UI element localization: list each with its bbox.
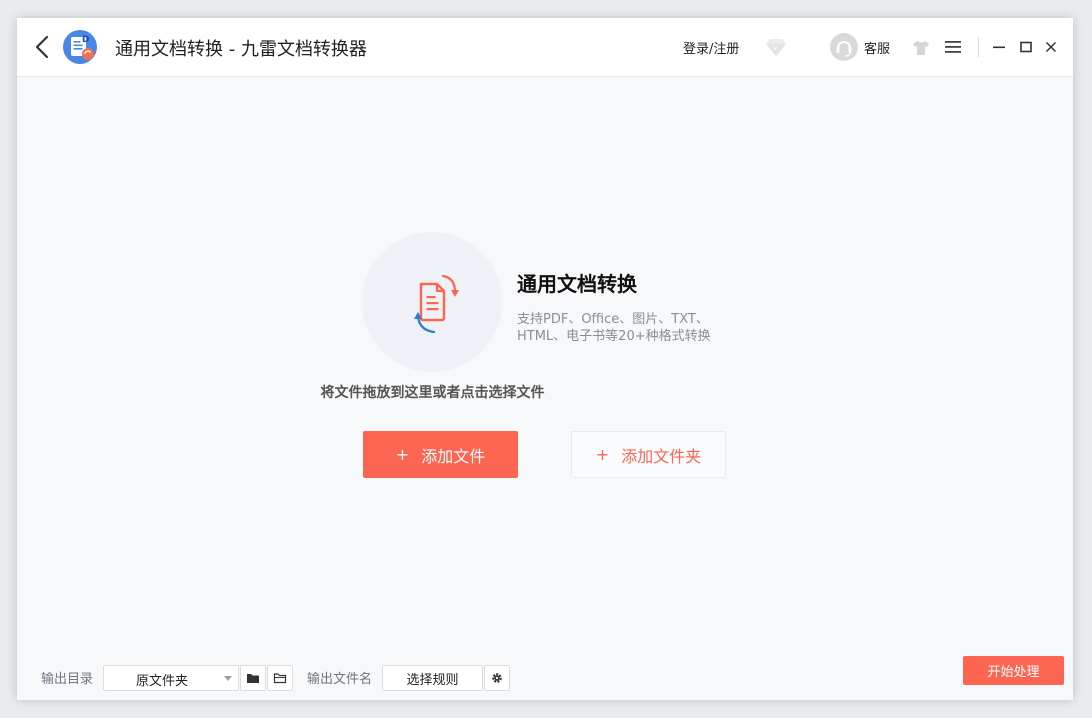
start-processing-button[interactable]: 开始处理 xyxy=(963,656,1064,685)
folder-icon xyxy=(247,674,259,683)
title-bar: D 通用文档转换 - 九雷文档转换器 登录/注册 v 客服 xyxy=(17,18,1073,77)
minimize-icon[interactable] xyxy=(992,40,1006,54)
output-filename-label: 输出文件名 xyxy=(307,672,373,687)
customer-service-label[interactable]: 客服 xyxy=(864,38,890,57)
gear-icon xyxy=(492,673,502,683)
add-folder-label: 添加文件夹 xyxy=(621,446,702,466)
svg-text:v: v xyxy=(773,44,777,52)
chevron-down-icon xyxy=(224,676,232,681)
login-register-link[interactable]: 登录/注册 xyxy=(683,38,739,57)
customer-service-avatar[interactable] xyxy=(830,33,858,61)
window-title: 通用文档转换 - 九雷文档转换器 xyxy=(115,39,367,60)
close-icon[interactable] xyxy=(1044,40,1058,54)
hero-description: 支持PDF、Office、图片、TXT、HTML、电子书等20+种格式转换 xyxy=(517,312,711,344)
diamond-icon[interactable]: v xyxy=(765,37,787,57)
add-file-button[interactable]: + 添加文件 xyxy=(363,431,518,478)
hamburger-icon[interactable] xyxy=(944,39,962,55)
output-directory-select[interactable]: 原文件夹 xyxy=(103,665,239,691)
folder-outline-icon xyxy=(273,673,287,684)
titlebar-divider xyxy=(978,37,979,57)
tshirt-icon[interactable] xyxy=(911,39,931,57)
output-directory-value: 原文件夹 xyxy=(136,674,189,689)
chevron-left-icon[interactable] xyxy=(33,34,51,60)
headset-icon xyxy=(836,41,852,57)
select-rule-button[interactable]: 选择规则 xyxy=(382,665,483,691)
filename-settings-button[interactable] xyxy=(484,665,510,691)
hero-title: 通用文档转换 xyxy=(517,272,637,296)
document-convert-icon xyxy=(414,274,459,334)
maximize-icon[interactable] xyxy=(1019,40,1033,54)
add-folder-button[interactable]: + 添加文件夹 xyxy=(571,431,726,478)
drop-hint: 将文件拖放到这里或者点击选择文件 xyxy=(320,385,545,401)
app-logo: D xyxy=(63,30,97,64)
browse-folder-button[interactable] xyxy=(267,665,293,691)
svg-text:D: D xyxy=(82,35,89,45)
output-directory-label: 输出目录 xyxy=(41,672,94,687)
app-window: D 通用文档转换 - 九雷文档转换器 登录/注册 v 客服 通用文档转换 支持P… xyxy=(17,18,1073,700)
plus-icon: + xyxy=(395,445,410,464)
plus-icon: + xyxy=(595,445,610,464)
add-file-label: 添加文件 xyxy=(421,446,486,466)
open-folder-button[interactable] xyxy=(240,665,266,691)
